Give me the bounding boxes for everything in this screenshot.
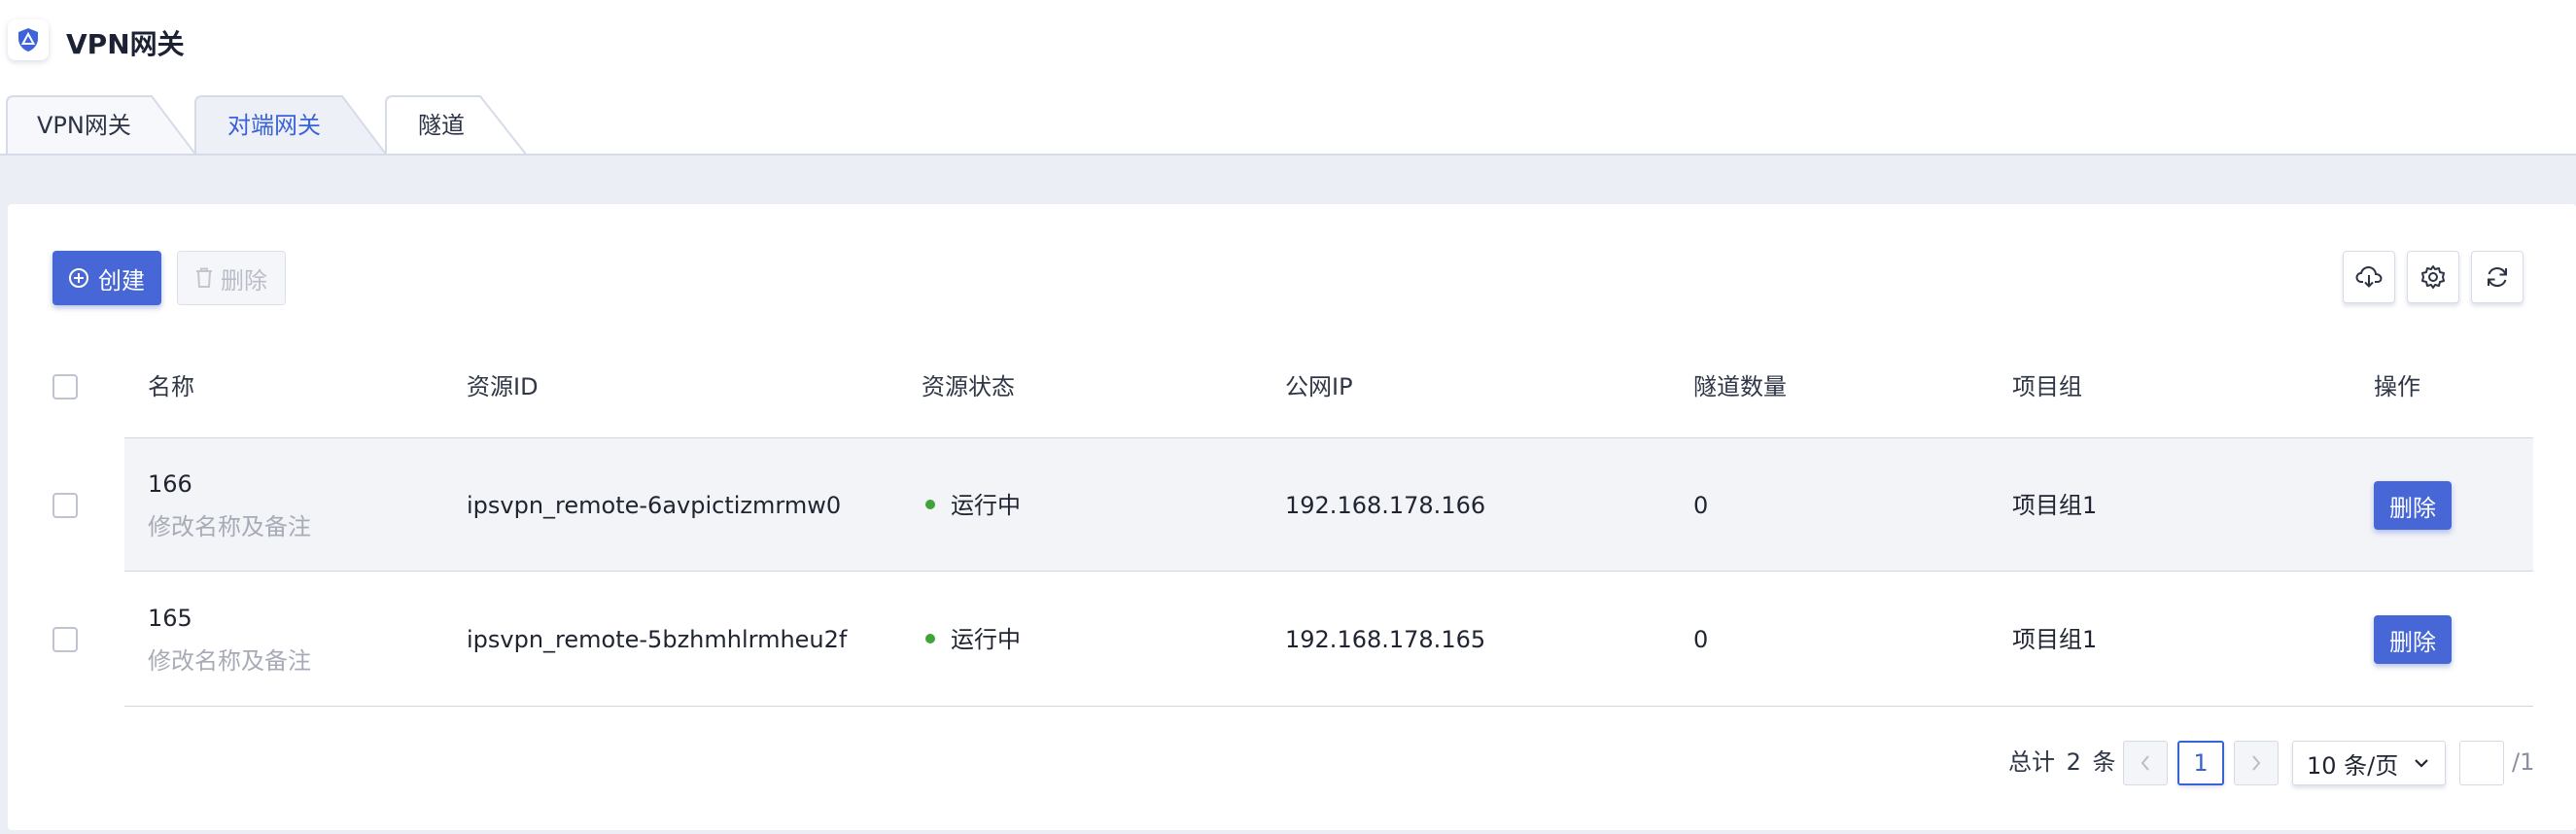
row-name: 166 — [148, 470, 192, 498]
page-title: VPN网关 — [66, 28, 185, 60]
row-status: 运行中 — [925, 486, 1021, 525]
row-public-ip: 192.168.178.165 — [1285, 626, 1486, 653]
gear-icon — [2421, 265, 2445, 289]
cloud-download-icon — [2355, 265, 2383, 288]
download-button[interactable] — [2343, 251, 2395, 303]
row-delete-button[interactable]: 删除 — [2374, 615, 2452, 664]
trash-icon — [196, 267, 212, 288]
tab-label: VPN网关 — [37, 112, 131, 139]
column-header-project-group[interactable]: 项目组 — [2012, 367, 2082, 406]
tab-remote-gateway[interactable]: 对端网关 — [194, 95, 389, 156]
chevron-right-icon — [2252, 755, 2261, 771]
delete-button[interactable]: 删除 — [177, 251, 286, 305]
prev-page-button[interactable] — [2123, 741, 2168, 785]
edit-name-note-link[interactable]: 修改名称及备注 — [148, 642, 311, 680]
column-header-tunnel-count[interactable]: 隧道数量 — [1693, 367, 1787, 406]
refresh-button[interactable] — [2471, 251, 2524, 303]
create-button[interactable]: 创建 — [52, 251, 161, 305]
status-dot-icon — [925, 500, 935, 509]
row-public-ip: 192.168.178.166 — [1285, 492, 1486, 519]
column-header-public-ip[interactable]: 公网IP — [1285, 367, 1353, 406]
total-pages: /1 — [2512, 748, 2535, 776]
page-size-select[interactable]: 10 条/页 — [2292, 741, 2446, 785]
row-checkbox[interactable] — [52, 493, 78, 518]
app-logo — [8, 19, 49, 60]
column-header-status[interactable]: 资源状态 — [922, 367, 1015, 406]
select-all-checkbox[interactable] — [52, 374, 78, 400]
plus-circle-icon — [69, 268, 88, 288]
chevron-down-icon — [2415, 759, 2428, 768]
column-header-actions: 操作 — [2374, 373, 2420, 400]
edit-name-note-link[interactable]: 修改名称及备注 — [148, 507, 311, 546]
tab-vpn-gateway[interactable]: VPN网关 — [6, 95, 200, 156]
row-status-text: 运行中 — [951, 492, 1021, 519]
page-number-current[interactable]: 1 — [2177, 741, 2224, 785]
row-tunnel-count: 0 — [1693, 492, 1709, 519]
tab-bar: VPN网关 对端网关 隧道 — [0, 95, 2576, 156]
row-name: 165 — [148, 605, 192, 632]
row-status-text: 运行中 — [951, 626, 1021, 653]
tab-label: 对端网关 — [227, 112, 321, 139]
refresh-icon — [2488, 267, 2507, 287]
next-page-button[interactable] — [2234, 741, 2279, 785]
status-dot-icon — [925, 634, 935, 643]
chevron-left-icon — [2141, 755, 2149, 771]
page-jump-input[interactable] — [2459, 741, 2504, 785]
shield-icon — [18, 28, 38, 52]
row-status: 运行中 — [925, 620, 1021, 659]
column-header-name[interactable]: 名称 — [148, 367, 194, 406]
row-project-group: 项目组1 — [2012, 492, 2098, 519]
tab-label: 隧道 — [418, 112, 465, 139]
row-resource-id: ipsvpn_remote-6avpictizmrmw0 — [467, 492, 842, 519]
create-button-label: 创建 — [98, 266, 145, 295]
column-header-resource-id[interactable]: 资源ID — [467, 367, 539, 406]
pagination-total: 总计 2 条 — [2008, 748, 2116, 776]
page-header: VPN网关 VPN网关 对端网关 隧道 — [0, 0, 2576, 156]
row-project-group: 项目组1 — [2012, 626, 2098, 653]
delete-button-label: 删除 — [221, 266, 267, 295]
page-size-value: 10 条/页 — [2307, 751, 2399, 780]
row-delete-button[interactable]: 删除 — [2374, 481, 2452, 530]
row-resource-id: ipsvpn_remote-5bzhmhlrmheu2f — [467, 626, 848, 653]
row-checkbox[interactable] — [52, 627, 78, 652]
settings-button[interactable] — [2407, 251, 2459, 303]
row-tunnel-count: 0 — [1693, 626, 1709, 653]
tab-tunnel[interactable]: 隧道 — [385, 95, 531, 156]
